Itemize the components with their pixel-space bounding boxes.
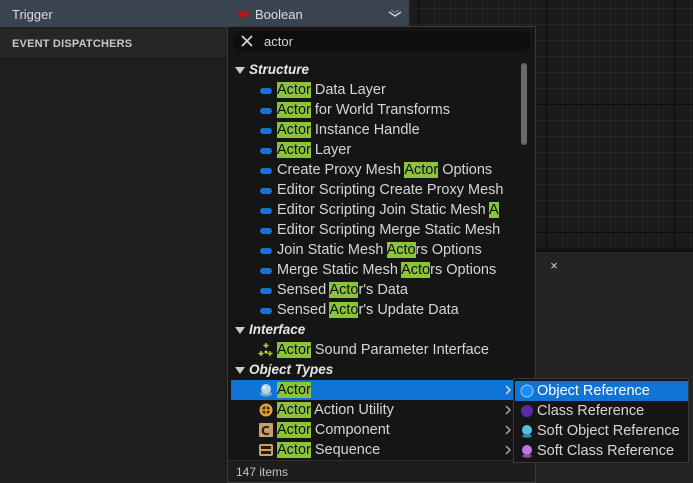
action-utility-icon [259, 403, 273, 417]
struct-pin-icon [260, 288, 272, 294]
chevron-right-icon[interactable] [503, 423, 513, 437]
category-interface[interactable]: Interface [228, 320, 523, 340]
item-count: 147 items [236, 465, 289, 479]
chevron-down-icon[interactable] [386, 6, 404, 20]
struct-pin-icon [260, 148, 272, 154]
struct-pin-icon [260, 88, 272, 94]
type-list: Structure Actor Data Layer Actor for Worl… [228, 60, 535, 460]
scrollbar-thumb[interactable] [521, 63, 527, 145]
item-label: Actor Instance Handle [277, 122, 420, 138]
close-icon[interactable]: × [543, 255, 565, 277]
item-label: Actor Layer [277, 142, 352, 158]
sequence-icon [259, 444, 273, 456]
item-label: Sensed Actor's Update Data [277, 302, 459, 318]
chevron-right-icon[interactable] [503, 443, 513, 457]
list-item[interactable]: Join Static Mesh Actors Options [228, 240, 523, 260]
soft-class-reference-icon [522, 445, 532, 458]
menu-item-label: Class Reference [537, 403, 645, 419]
search-box [233, 31, 531, 51]
sparkle-interface-icon [258, 343, 273, 356]
item-label: Actor Component [277, 422, 390, 438]
struct-pin-icon [260, 268, 272, 274]
item-label: Create Proxy Mesh Actor Options [277, 162, 493, 178]
struct-pin-icon [260, 308, 272, 314]
item-label: Actor Sequence [277, 442, 381, 458]
category-object-types[interactable]: Object Types [228, 360, 523, 380]
struct-pin-icon [260, 128, 272, 134]
list-item[interactable]: Editor Scripting Join Static Mesh A [228, 200, 523, 220]
status-footer: 147 items [228, 460, 535, 482]
actor-sphere-icon [260, 384, 272, 397]
type-color-pill [238, 11, 249, 17]
item-label: Merge Static Mesh Actors Options [277, 262, 497, 278]
list-item[interactable]: Actor Instance Handle [228, 120, 523, 140]
category-label: Interface [249, 322, 306, 337]
search-input[interactable] [264, 33, 514, 49]
variable-row-trigger[interactable]: Trigger Boolean [0, 0, 409, 28]
list-item[interactable]: Actor Sequence [228, 440, 523, 460]
item-label: Actor Action Utility [277, 402, 394, 418]
reference-type-submenu: Object Reference Class Reference Soft Ob… [513, 378, 689, 463]
list-item[interactable]: Editor Scripting Create Proxy Mesh [228, 180, 523, 200]
close-icon[interactable] [240, 34, 254, 48]
struct-pin-icon [260, 168, 272, 174]
list-item[interactable]: Actor Action Utility [228, 400, 523, 420]
category-label: Structure [249, 62, 310, 77]
expand-triangle-icon[interactable] [235, 67, 245, 74]
section-header-label: EVENT DISPATCHERS [12, 38, 133, 50]
expand-triangle-icon[interactable] [235, 327, 245, 334]
list-item[interactable]: Sensed Actor's Update Data [228, 300, 523, 320]
item-label: Join Static Mesh Actors Options [277, 242, 482, 258]
struct-pin-icon [260, 188, 272, 194]
class-reference-icon [521, 405, 533, 417]
struct-pin-icon [260, 208, 272, 214]
soft-object-reference-icon [522, 425, 532, 438]
item-label: Actor [277, 382, 311, 398]
menu-item-label: Soft Object Reference [537, 423, 680, 439]
item-label: Actor Data Layer [277, 82, 386, 98]
chevron-right-icon[interactable] [503, 403, 513, 417]
menu-item-object-reference[interactable]: Object Reference [515, 381, 688, 401]
variable-name: Trigger [12, 7, 53, 22]
category-structure[interactable]: Structure [228, 60, 523, 80]
item-label: Editor Scripting Create Proxy Mesh [277, 182, 504, 198]
menu-item-class-reference[interactable]: Class Reference [515, 401, 688, 421]
item-label: Sensed Actor's Data [277, 282, 408, 298]
list-item[interactable]: Actor Sound Parameter Interface [228, 340, 523, 360]
list-item[interactable]: Sensed Actor's Data [228, 280, 523, 300]
category-label: Object Types [249, 362, 334, 377]
expand-triangle-icon[interactable] [235, 367, 245, 374]
list-item[interactable]: C Actor Component [228, 420, 523, 440]
svg-text:C: C [261, 424, 270, 438]
struct-pin-icon [260, 228, 272, 234]
menu-item-soft-object-reference[interactable]: Soft Object Reference [515, 421, 688, 441]
item-label: Actor Sound Parameter Interface [277, 342, 489, 358]
component-icon: C [259, 423, 273, 438]
struct-pin-icon [260, 248, 272, 254]
list-item[interactable]: Create Proxy Mesh Actor Options [228, 160, 523, 180]
menu-item-label: Soft Class Reference [537, 443, 675, 459]
type-picker-popup: Structure Actor Data Layer Actor for Worl… [227, 26, 536, 483]
list-item[interactable]: Actor Layer [228, 140, 523, 160]
menu-item-label: Object Reference [537, 383, 650, 399]
list-item-actor[interactable]: Actor [231, 380, 517, 400]
list-item[interactable]: Merge Static Mesh Actors Options [228, 260, 523, 280]
object-reference-icon [520, 384, 534, 398]
menu-item-soft-class-reference[interactable]: Soft Class Reference [515, 441, 688, 461]
chevron-right-icon[interactable] [503, 383, 513, 397]
list-item[interactable]: Actor Data Layer [228, 80, 523, 100]
variable-type-dropdown[interactable]: Boolean [255, 7, 303, 22]
struct-pin-icon [260, 108, 272, 114]
list-item[interactable]: Actor for World Transforms [228, 100, 523, 120]
item-label: Actor for World Transforms [277, 102, 450, 118]
item-label: Editor Scripting Merge Static Mesh [277, 222, 501, 238]
list-item[interactable]: Editor Scripting Merge Static Mesh [228, 220, 523, 240]
item-label: Editor Scripting Join Static Mesh A [277, 202, 499, 218]
